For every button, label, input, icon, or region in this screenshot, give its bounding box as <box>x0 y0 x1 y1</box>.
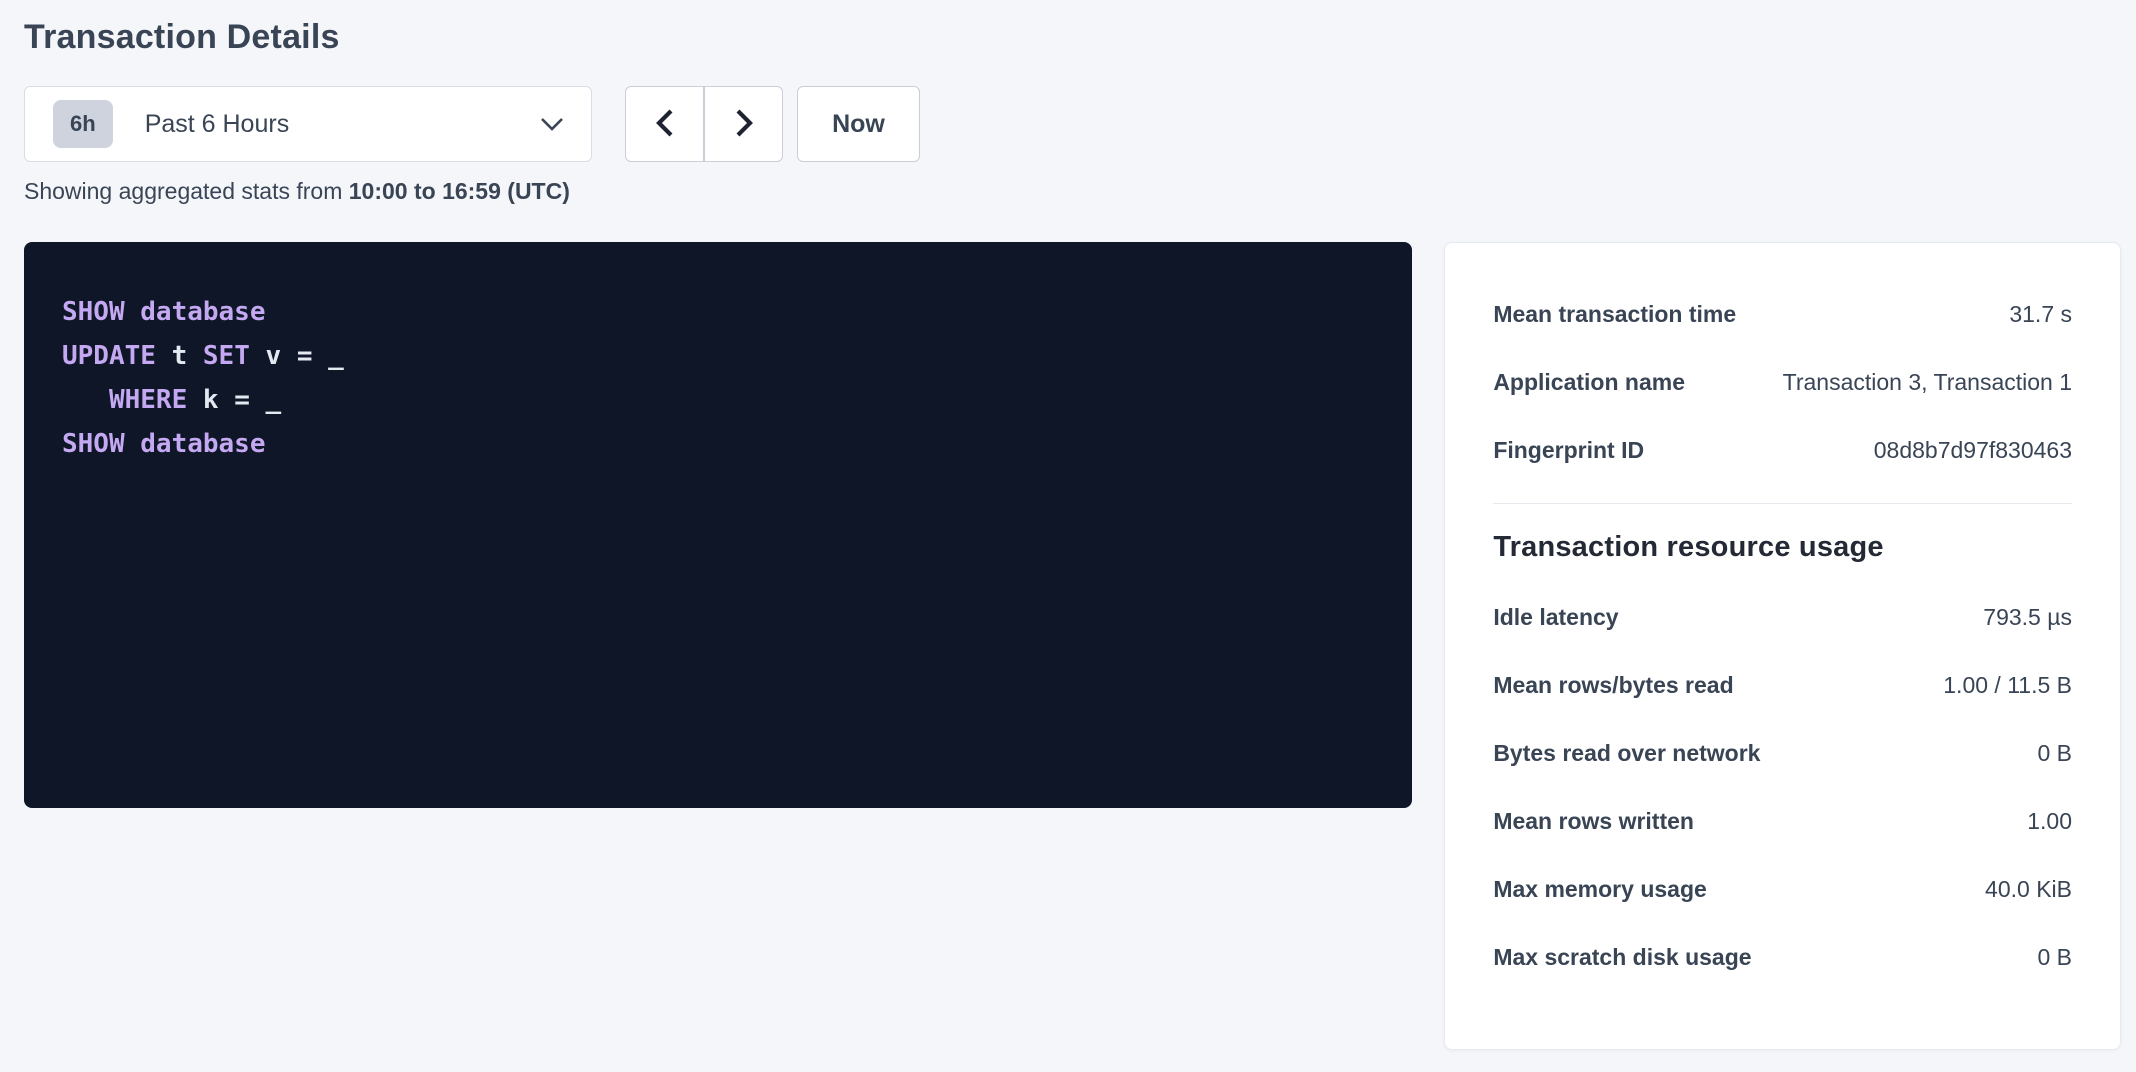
stat-value: 1.00 / 11.5 B <box>1943 670 2072 700</box>
stat-row: Fingerprint ID 08d8b7d97f830463 <box>1493 435 2072 465</box>
next-time-range-button[interactable] <box>704 86 783 162</box>
resource-usage-stats: Idle latency 793.5 µs Mean rows/bytes read… <box>1493 602 2072 972</box>
sql-keyword: WHERE <box>109 385 187 415</box>
card-divider <box>1493 503 2072 504</box>
sql-text <box>62 385 109 415</box>
sql-text: k = _ <box>187 385 281 415</box>
chevron-down-icon <box>539 116 565 132</box>
stat-label: Mean rows written <box>1493 806 1714 836</box>
summary-range: 10:00 to 16:59 (UTC) <box>349 178 570 204</box>
stat-value: 0 B <box>2037 738 2072 768</box>
stat-label: Max scratch disk usage <box>1493 942 1771 972</box>
stat-label: Max memory usage <box>1493 874 1726 904</box>
stat-row: Mean rows/bytes read 1.00 / 11.5 B <box>1493 670 2072 700</box>
sql-keyword: SET <box>203 341 250 371</box>
stat-value: 40.0 KiB <box>1985 874 2072 904</box>
sql-code: SHOW database UPDATE t SET v = _ WHERE k … <box>62 290 1374 466</box>
sql-keyword: UPDATE <box>62 341 156 371</box>
sql-code-line: WHERE k = _ <box>62 378 1374 422</box>
stat-value: 793.5 µs <box>1983 602 2072 632</box>
stat-row: Bytes read over network 0 B <box>1493 738 2072 768</box>
resource-usage-section-title: Transaction resource usage <box>1493 528 2072 566</box>
stat-value: 08d8b7d97f830463 <box>1874 435 2072 465</box>
stat-row: Max memory usage 40.0 KiB <box>1493 874 2072 904</box>
chevron-left-icon <box>654 108 676 141</box>
time-nav-group <box>625 86 783 162</box>
transaction-details-page: Transaction Details 6h Past 6 Hours Now … <box>0 0 2136 1050</box>
stat-label: Idle latency <box>1493 602 1638 632</box>
prev-time-range-button[interactable] <box>625 86 704 162</box>
time-range-label: Past 6 Hours <box>145 110 539 139</box>
main-content: SHOW database UPDATE t SET v = _ WHERE k … <box>24 242 2121 1050</box>
stat-value: Transaction 3, Transaction 1 <box>1783 367 2072 397</box>
sql-code-line: UPDATE t SET v = _ <box>62 334 1374 378</box>
stat-row: Idle latency 793.5 µs <box>1493 602 2072 632</box>
stat-label: Bytes read over network <box>1493 738 1780 768</box>
stat-label: Mean rows/bytes read <box>1493 670 1753 700</box>
stat-value: 0 B <box>2037 942 2072 972</box>
sql-keyword: SHOW database <box>62 429 266 459</box>
stat-row: Max scratch disk usage 0 B <box>1493 942 2072 972</box>
summary-prefix: Showing aggregated stats from <box>24 178 349 204</box>
transaction-details-card: Mean transaction time 31.7 s Application n… <box>1444 242 2121 1050</box>
time-range-select[interactable]: 6h Past 6 Hours <box>24 86 592 162</box>
page-title: Transaction Details <box>24 14 2121 60</box>
time-range-badge: 6h <box>53 100 113 148</box>
stat-label: Application name <box>1493 367 1705 397</box>
sql-code-line: SHOW database <box>62 422 1374 466</box>
sql-text: v = _ <box>250 341 344 371</box>
sql-statement-box: SHOW database UPDATE t SET v = _ WHERE k … <box>24 242 1412 808</box>
sql-code-line: SHOW database <box>62 290 1374 334</box>
time-toolbar: 6h Past 6 Hours Now <box>24 86 2121 162</box>
stat-row: Mean rows written 1.00 <box>1493 806 2072 836</box>
now-button[interactable]: Now <box>797 86 920 162</box>
stat-value: 1.00 <box>2027 806 2072 836</box>
sql-keyword: SHOW database <box>62 297 266 327</box>
time-range-summary: Showing aggregated stats from 10:00 to 1… <box>24 176 2121 206</box>
stat-row: Mean transaction time 31.7 s <box>1493 299 2072 329</box>
stat-value: 31.7 s <box>2009 299 2072 329</box>
stat-label: Fingerprint ID <box>1493 435 1664 465</box>
sql-text: t <box>156 341 203 371</box>
overview-stats: Mean transaction time 31.7 s Application n… <box>1493 299 2072 465</box>
stat-row: Application name Transaction 3, Transacti… <box>1493 367 2072 397</box>
chevron-right-icon <box>733 108 755 141</box>
stat-label: Mean transaction time <box>1493 299 1756 329</box>
